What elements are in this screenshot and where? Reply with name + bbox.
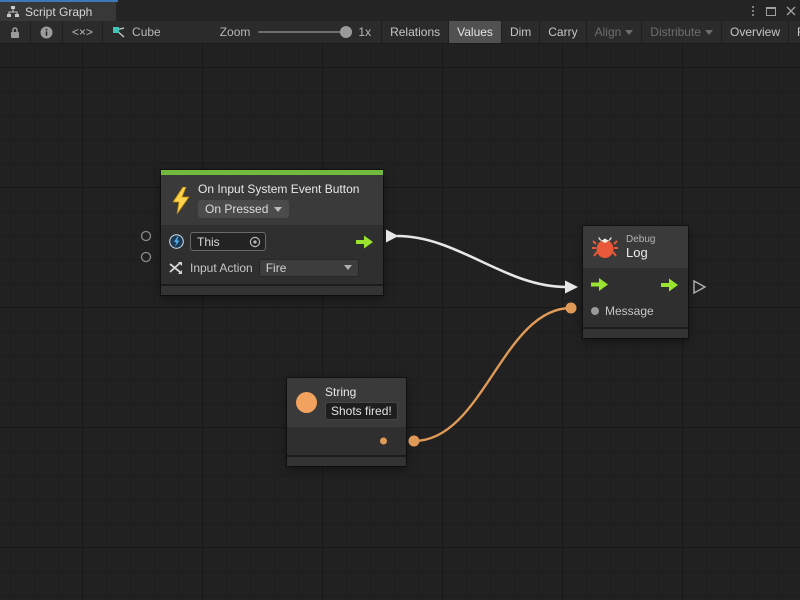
graph-target-name: Cube: [132, 25, 161, 39]
input-action-dropdown[interactable]: Fire: [259, 259, 359, 277]
graph-window-icon: [6, 5, 20, 18]
loose-input-port[interactable]: [142, 232, 151, 241]
event-node-footer: [161, 284, 383, 295]
value-connection-wire[interactable]: [414, 308, 571, 441]
gameobject-self-icon: [169, 234, 184, 249]
debug-node-footer: [583, 327, 688, 338]
zoom-slider[interactable]: [258, 31, 350, 33]
chevron-down-icon: [274, 207, 282, 212]
input-action-icon: [169, 261, 184, 275]
relations-button[interactable]: Relations: [382, 21, 449, 43]
lock-button[interactable]: [0, 21, 31, 43]
event-mode-dropdown[interactable]: On Pressed: [198, 200, 289, 218]
node-string-literal[interactable]: String Shots fired!: [287, 378, 406, 466]
window-menu-icon[interactable]: [750, 4, 756, 18]
script-graph-asset-icon: [112, 26, 126, 39]
node-debug-log[interactable]: Debug Log Message: [583, 226, 688, 338]
flow-output-port[interactable]: [356, 235, 373, 248]
info-button[interactable]: [31, 21, 63, 43]
info-icon: [40, 26, 53, 39]
code-preview-toggle[interactable]: <×>: [63, 21, 103, 43]
string-value-field[interactable]: Shots fired!: [325, 402, 398, 420]
node-on-input-system-event-button[interactable]: On Input System Event Button On Pressed …: [161, 170, 383, 295]
align-button[interactable]: Align: [587, 21, 643, 43]
overview-button[interactable]: Overview: [722, 21, 789, 43]
graph-target[interactable]: Cube: [103, 21, 170, 43]
this-target-field[interactable]: This: [190, 232, 266, 251]
close-icon[interactable]: [786, 6, 796, 16]
input-action-label: Input Action: [190, 261, 253, 275]
zoom-control: Zoom 1x: [210, 21, 382, 43]
zoom-value: 1x: [358, 25, 371, 39]
loose-flow-output-port[interactable]: [694, 281, 705, 293]
debug-node-category: Debug: [626, 234, 655, 245]
flow-connection-start-arrow: [386, 230, 399, 243]
string-node-title: String: [325, 385, 398, 399]
value-connection-start-dot: [409, 436, 420, 447]
tab-script-graph[interactable]: Script Graph: [0, 0, 116, 21]
object-picker-icon[interactable]: [249, 236, 261, 248]
window-tab-bar: Script Graph: [0, 0, 800, 21]
event-node-title: On Input System Event Button: [198, 182, 359, 196]
loose-input-port[interactable]: [142, 253, 151, 262]
zoom-slider-handle[interactable]: [340, 26, 352, 38]
flow-input-port[interactable]: [591, 278, 608, 291]
maximize-icon[interactable]: [766, 7, 776, 16]
zoom-label: Zoom: [220, 25, 251, 39]
tab-title: Script Graph: [25, 5, 92, 19]
flow-connection-end-arrow: [565, 281, 578, 294]
graph-toolbar: <×> Cube Zoom 1x Relations Values Dim Ca…: [0, 21, 800, 44]
string-type-icon: [296, 392, 317, 413]
values-button[interactable]: Values: [449, 21, 502, 43]
lock-icon: [9, 26, 21, 39]
chevron-down-icon: [705, 30, 713, 35]
debug-node-name: Log: [626, 245, 655, 260]
graph-canvas[interactable]: On Input System Event Button On Pressed …: [0, 44, 800, 600]
value-connection-end-dot: [566, 303, 577, 314]
message-port-label: Message: [605, 304, 654, 318]
lightning-bolt-icon: [170, 187, 190, 214]
string-output-port[interactable]: [380, 438, 387, 445]
debug-bug-icon: [592, 235, 618, 259]
flow-output-port[interactable]: [661, 278, 678, 291]
code-toggle-label: <×>: [72, 25, 93, 39]
dim-button[interactable]: Dim: [502, 21, 540, 43]
flow-connection-wire[interactable]: [397, 236, 566, 287]
string-node-footer: [287, 455, 406, 466]
chevron-down-icon: [625, 30, 633, 35]
carry-button[interactable]: Carry: [540, 21, 586, 43]
message-value-port[interactable]: [591, 307, 599, 315]
chevron-down-icon: [344, 265, 352, 270]
fullscreen-button[interactable]: Full Screen: [789, 21, 800, 43]
distribute-button[interactable]: Distribute: [642, 21, 722, 43]
